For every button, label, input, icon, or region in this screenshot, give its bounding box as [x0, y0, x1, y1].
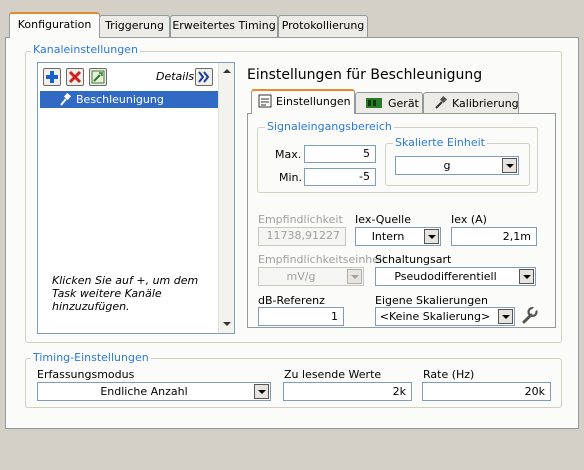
configuration-panel: Kanaleinstellungen Details Beschleunigun… [5, 37, 579, 429]
channel-item[interactable]: Beschleunigung [40, 91, 220, 108]
details-label: Details [156, 70, 195, 83]
accelerometer-icon [60, 92, 72, 106]
chevron-down-icon[interactable] [502, 158, 517, 173]
chevron-down-icon[interactable] [254, 384, 269, 399]
channel-action-button[interactable] [89, 68, 107, 86]
circuit-value: Pseudodifferentiell [394, 270, 497, 283]
acquisition-mode-value: Endliche Anzahl [100, 385, 188, 398]
channel-list[interactable]: Details Beschleunigung Klicken Sie auf +… [37, 62, 235, 334]
max-label: Max. [275, 148, 302, 161]
details-toggle-button[interactable] [195, 68, 213, 86]
sensitivity-label: Empfindlichkeit [258, 213, 343, 226]
add-channel-button[interactable] [43, 68, 61, 86]
iex-label: Iex (A) [451, 213, 487, 226]
wand-icon [91, 70, 105, 84]
delete-x-icon [68, 70, 82, 84]
iex-source-select[interactable]: Intern [355, 227, 441, 246]
chevron-down-icon[interactable] [519, 269, 534, 284]
chevron-down-icon[interactable] [347, 269, 362, 284]
tab-protokollierung[interactable]: Protokollierung [278, 15, 368, 37]
sensitivity-unit-select[interactable]: mV/g [258, 267, 364, 286]
calibration-icon [435, 96, 448, 109]
max-input[interactable]: 5 [304, 145, 376, 163]
custom-scaling-label: Eigene Skalierungen [375, 294, 488, 307]
circuit-label: Schaltungsart [375, 253, 452, 266]
scaled-unit-value: g [443, 159, 451, 172]
subtab-kalibrierung[interactable]: Kalibrierung [423, 92, 519, 114]
add-channel-hint: Klicken Sie auf +, um dem Task weitere K… [52, 274, 199, 313]
samples-input[interactable]: 2k [283, 382, 412, 401]
subtab-kalibrierung-label: Kalibrierung [452, 97, 519, 110]
settings-subpanel: Signaleingangsbereich Max. 5 Min. -5 Ska… [247, 113, 556, 328]
min-label: Min. [279, 171, 303, 184]
chevron-down-icon[interactable] [424, 229, 439, 244]
settings-page-icon [258, 94, 272, 108]
subtab-einstellungen[interactable]: Einstellungen [251, 89, 355, 114]
db-ref-input[interactable]: 1 [258, 307, 344, 326]
iex-source-value: Intern [371, 230, 405, 243]
plus-icon [46, 71, 58, 83]
min-input[interactable]: -5 [304, 168, 376, 186]
circuit-select[interactable]: Pseudodifferentiell [375, 267, 536, 286]
subtab-einstellungen-label: Einstellungen [276, 95, 351, 108]
acquisition-mode-label: Erfassungsmodus [37, 368, 135, 381]
signal-range-legend: Signaleingangsbereich [265, 120, 394, 133]
samples-label: Zu lesende Werte [284, 368, 382, 381]
tab-triggerung[interactable]: Triggerung [99, 15, 170, 37]
iex-source-label: Iex-Quelle [355, 213, 411, 226]
custom-scaling-value: <Keine Skalierung> [379, 310, 491, 323]
scaled-unit-select[interactable]: g [395, 156, 519, 175]
remove-channel-button[interactable] [66, 68, 84, 86]
sensitivity-unit-value: mV/g [286, 270, 316, 283]
iex-input[interactable]: 2,1m [451, 227, 537, 246]
rate-label: Rate (Hz) [423, 368, 475, 381]
channel-list-scrollbar[interactable] [218, 63, 234, 333]
channel-item-label: Beschleunigung [76, 93, 164, 106]
sensitivity-unit-label: Empfindlichkeitseinheit [258, 253, 387, 266]
subtab-geraet-label: Gerät [388, 97, 419, 110]
chevron-down-icon[interactable] [498, 309, 513, 324]
scroll-up-icon[interactable] [223, 68, 231, 74]
sensitivity-input[interactable]: 11738,91227 [258, 227, 346, 246]
tab-erweitertes-timing[interactable]: Erweitertes Timing [170, 15, 278, 37]
double-chevron-right-icon [198, 71, 210, 83]
acquisition-mode-select[interactable]: Endliche Anzahl [37, 382, 271, 401]
rate-input[interactable]: 20k [422, 382, 551, 401]
timing-legend: Timing-Einstellungen [31, 351, 151, 364]
subtab-geraet[interactable]: Gerät [355, 92, 423, 114]
device-icon [366, 98, 382, 108]
custom-scaling-select[interactable]: <Keine Skalierung> [375, 307, 515, 326]
wrench-icon[interactable] [520, 306, 538, 325]
db-ref-label: dB-Referenz [258, 294, 325, 307]
scroll-down-icon[interactable] [223, 321, 231, 327]
channel-settings-legend: Kanaleinstellungen [31, 43, 140, 56]
scaled-unit-legend: Skalierte Einheit [393, 136, 487, 149]
tab-konfiguration[interactable]: Konfiguration [9, 12, 100, 38]
settings-title: Einstellungen für Beschleunigung [247, 67, 483, 83]
